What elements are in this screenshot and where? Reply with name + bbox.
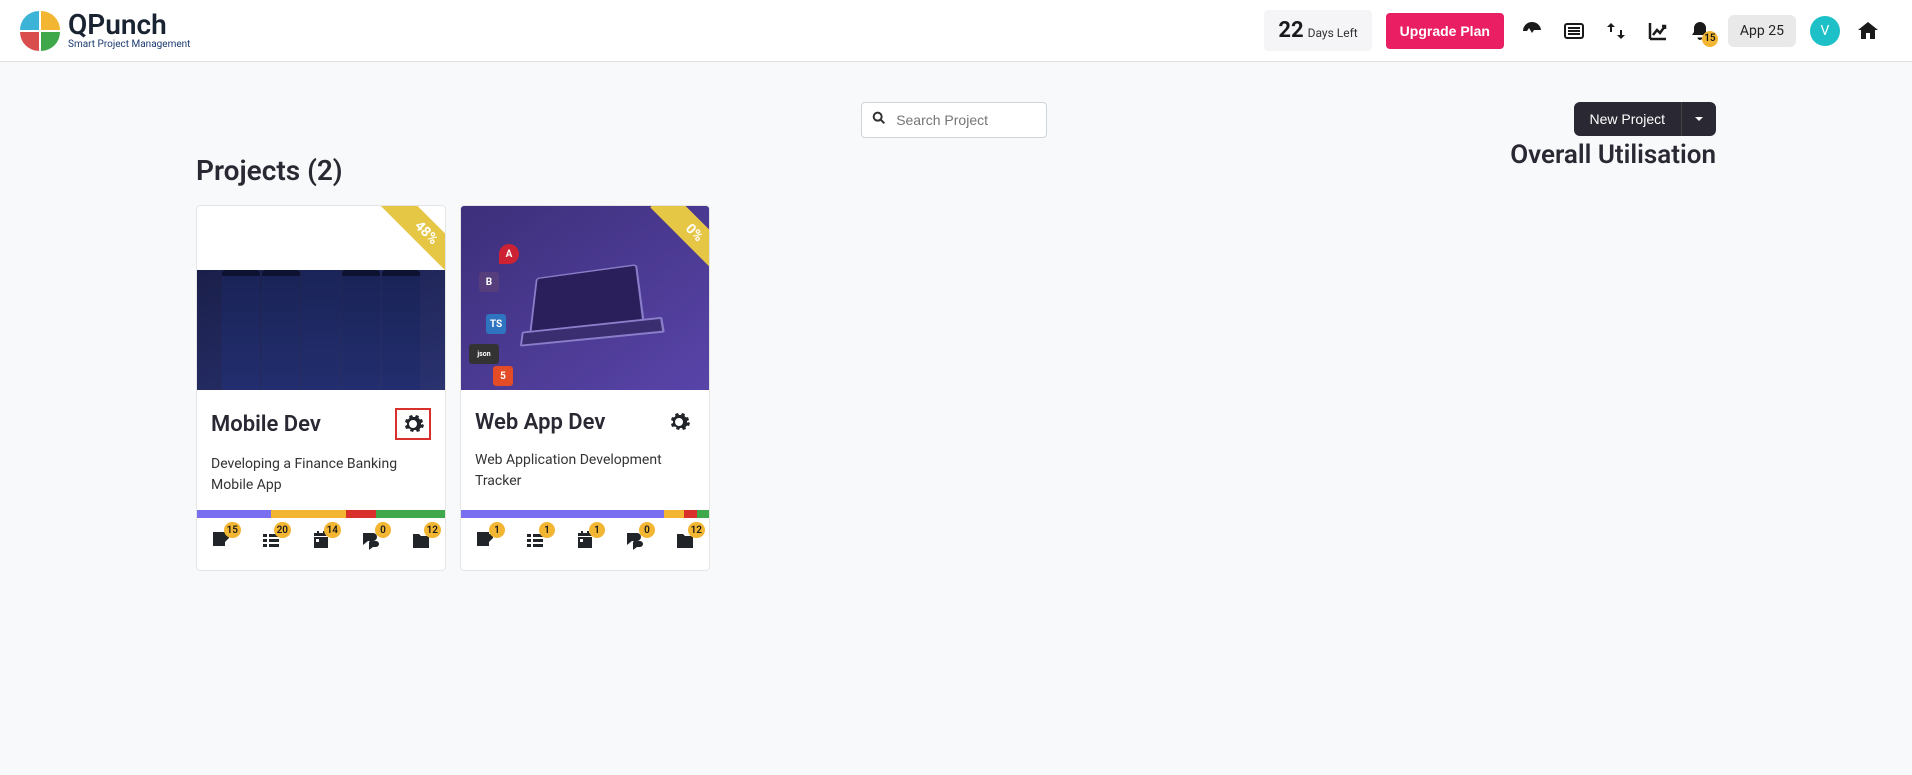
new-project-button[interactable]: New Project [1574,102,1716,136]
dashboard-icon[interactable] [1518,17,1546,45]
progress-segment [664,510,684,518]
stat-count-badge: 15 [224,522,241,538]
project-title: Mobile Dev [211,412,321,437]
stat-count-badge: 14 [324,522,341,538]
tasks-icon[interactable]: 20 [259,528,283,556]
stat-count-badge: 12 [688,522,705,538]
app-switcher[interactable]: App 25 [1728,15,1796,47]
progress-segment [346,510,376,518]
logo-icon [20,11,60,51]
new-project-label: New Project [1574,102,1681,136]
progress-segment [271,510,345,518]
project-thumbnail: ABTSjson5 [461,206,709,390]
progress-segment [461,510,664,518]
calendar-icon[interactable]: 14 [309,528,333,556]
stat-count-badge: 20 [274,522,291,538]
project-settings-gear-icon[interactable] [395,408,431,440]
progress-segment [697,510,709,518]
stat-count-badge: 0 [375,522,391,538]
chart-icon[interactable] [1644,17,1672,45]
project-card-body: Mobile Dev Developing a Finance Banking M… [197,390,445,510]
brand-logo[interactable]: QPunch Smart Project Management [20,11,190,51]
stat-count-badge: 1 [489,522,505,538]
days-count: 22 [1278,18,1303,43]
brand-name: QPunch [68,11,190,39]
chevron-down-icon[interactable] [1681,102,1716,136]
days-label: Days Left [1308,26,1358,40]
stat-count-badge: 1 [539,522,555,538]
notifications-icon[interactable]: 15 [1686,17,1714,45]
home-icon[interactable] [1854,17,1882,45]
upgrade-plan-button[interactable]: Upgrade Plan [1386,13,1504,49]
app-header: QPunch Smart Project Management 22 Days … [0,0,1912,62]
stat-count-badge: 12 [424,522,441,538]
project-stats: 15 20 14 0 12 [197,518,445,570]
trial-days-left: 22 Days Left [1264,10,1371,51]
project-title: Web App Dev [475,410,605,435]
project-settings-gear-icon[interactable] [663,408,695,436]
chat-icon[interactable]: 0 [623,528,647,556]
project-progress-bar [197,510,445,518]
swap-icon[interactable] [1602,17,1630,45]
project-progress-bar [461,510,709,518]
boards-icon[interactable]: 15 [209,528,233,556]
project-card[interactable]: 48% Mobile Dev Developing a Finance Bankin… [196,205,446,571]
header-actions: 22 Days Left Upgrade Plan 15 App 25 V [1254,4,1892,57]
list-icon[interactable] [1560,17,1588,45]
project-stats: 111012 [461,518,709,570]
stat-count-badge: 0 [639,522,655,538]
projects-title: Projects (2) [196,154,1047,187]
search-project [861,102,1047,138]
tasks-icon[interactable]: 1 [523,528,547,556]
boards-icon[interactable]: 1 [473,528,497,556]
progress-segment [684,510,696,518]
project-thumbnail [197,270,445,390]
project-description: Developing a Finance Banking Mobile App [211,454,431,496]
search-input[interactable] [861,102,1047,138]
chat-icon[interactable]: 0 [359,528,383,556]
progress-ribbon: 48% [379,205,446,280]
project-card-body: Web App Dev Web Application Development T… [461,390,709,510]
files-icon[interactable]: 12 [673,528,697,556]
project-description: Web Application Development Tracker [475,450,695,492]
user-avatar[interactable]: V [1810,16,1840,46]
search-icon [871,110,887,130]
progress-segment [197,510,271,518]
stat-count-badge: 1 [589,522,605,538]
progress-segment [376,510,445,518]
calendar-icon[interactable]: 1 [573,528,597,556]
brand-tagline: Smart Project Management [68,39,190,50]
notification-count-badge: 15 [1702,31,1718,47]
project-card[interactable]: 0%ABTSjson5Web App DevWeb Application De… [460,205,710,571]
utilisation-title: Overall Utilisation [1087,140,1716,170]
files-icon[interactable]: 12 [409,528,433,556]
